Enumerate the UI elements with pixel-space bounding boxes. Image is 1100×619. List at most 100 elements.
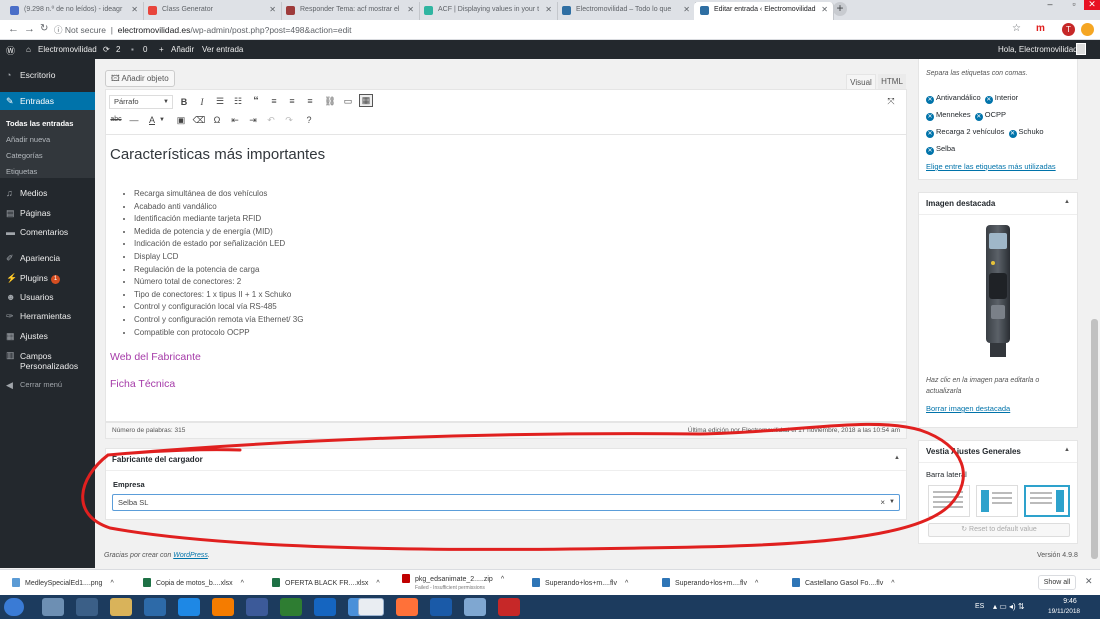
toolbar-toggle-icon[interactable]: ▦ — [359, 94, 373, 107]
avatar[interactable]: T — [1062, 23, 1075, 36]
chevron-up-icon[interactable]: ^ — [376, 580, 379, 587]
chevron-up-icon[interactable]: ^ — [110, 580, 113, 587]
clear-icon[interactable]: × — [880, 495, 885, 510]
view-post-link[interactable]: Ver entrada — [202, 45, 243, 54]
remove-tag-icon[interactable]: ✕ — [926, 96, 934, 104]
avatar[interactable] — [1076, 43, 1086, 55]
bullet-list-icon[interactable]: ☰ — [213, 96, 227, 107]
show-all-button[interactable]: Show all — [1038, 575, 1076, 590]
page-scrollbar[interactable] — [1089, 59, 1100, 568]
url-field[interactable]: ⓘ Not secure | electromovilidad.es/wp-ad… — [54, 24, 352, 36]
browser-tab[interactable]: (9.298 n.º de no leídos) - ideagr ✕ — [4, 2, 144, 20]
align-right-icon[interactable]: ≡ — [303, 96, 317, 106]
manufacturer-link[interactable]: Web del Fabricante — [110, 351, 201, 363]
new-content-link[interactable]: Añadir — [171, 45, 194, 54]
remove-tag-icon[interactable]: ✕ — [1008, 130, 1017, 138]
company-select[interactable]: Selba SL × ▼ — [112, 494, 900, 511]
submenu-tags[interactable]: Etiquetas — [6, 167, 37, 176]
datasheet-link[interactable]: Ficha Técnica — [110, 378, 175, 390]
download-item[interactable]: OFERTA BLACK FR....xlsx ^ — [272, 578, 380, 587]
submenu-add-new[interactable]: Añadir nueva — [6, 135, 50, 144]
language-indicator[interactable]: ES — [975, 603, 984, 610]
horizontal-line-icon[interactable]: — — [127, 115, 141, 125]
site-name-link[interactable]: Electromovilidad — [38, 45, 97, 54]
submenu-all-posts[interactable]: Todas las entradas — [6, 119, 73, 128]
strikethrough-icon[interactable]: abc — [109, 116, 123, 123]
window-close-button[interactable]: ✕ — [1084, 0, 1100, 10]
indent-icon[interactable]: ⇥ — [246, 115, 260, 126]
sidebar-item-tools[interactable]: ✑ Herramientas — [0, 307, 95, 325]
minimize-button[interactable]: ‒ — [1038, 0, 1062, 10]
help-icon[interactable]: ? — [302, 115, 316, 125]
sidebar-item-plugins[interactable]: ⚡ Plugins 1 — [0, 269, 95, 287]
account-greeting[interactable]: Hola, Electromovilidad — [998, 45, 1078, 54]
taskbar-app-icon[interactable] — [76, 598, 98, 616]
features-list[interactable]: Recarga simultánea de dos vehículos Acab… — [134, 188, 303, 339]
remove-tag-icon[interactable]: ✕ — [926, 113, 934, 121]
excel-icon[interactable] — [280, 598, 302, 616]
browser-tab[interactable]: ACF | Displaying values in your t ✕ — [418, 2, 558, 20]
remove-tag-icon[interactable]: ✕ — [984, 96, 993, 104]
collapse-arrow-icon[interactable]: ▲ — [1064, 199, 1070, 205]
fullscreen-icon[interactable]: ⤧ — [884, 96, 898, 107]
sidebar-item-users[interactable]: ☻ Usuarios — [0, 288, 95, 306]
scrollbar-thumb[interactable] — [1091, 319, 1098, 559]
close-icon[interactable]: ✕ — [683, 2, 690, 18]
download-item[interactable]: Superando+los+m....flv ^ — [662, 578, 758, 587]
bold-icon[interactable]: B — [177, 97, 191, 107]
reset-default-button[interactable]: ↻ Reset to default value — [928, 523, 1070, 537]
layout-option-sidebar-left[interactable] — [976, 485, 1018, 517]
folder-icon[interactable] — [110, 598, 132, 616]
taskbar-app-icon[interactable] — [314, 598, 336, 616]
sidebar-item-appearance[interactable]: ✐ Apariencia — [0, 249, 95, 267]
download-item[interactable]: Copia de motos_b....xlsx ^ — [143, 578, 244, 587]
chevron-up-icon[interactable]: ^ — [501, 576, 504, 583]
sidebar-item-media[interactable]: ♫ Medios — [0, 184, 95, 202]
sidebar-item-custom-fields[interactable]: ▥ Campos Personalizados — [0, 348, 95, 374]
close-icon[interactable]: ✕ — [1085, 576, 1093, 587]
taskbar-app-icon[interactable] — [144, 598, 166, 616]
close-icon[interactable]: ✕ — [407, 2, 414, 18]
layout-option-left[interactable] — [928, 485, 970, 517]
word-icon[interactable] — [430, 598, 452, 616]
star-icon[interactable]: ☆ — [1012, 23, 1021, 34]
forward-icon[interactable]: → — [24, 23, 35, 35]
taskbar-app-icon[interactable] — [246, 598, 268, 616]
close-icon[interactable]: ✕ — [545, 2, 552, 18]
sidebar-item-comments[interactable]: ▬ Comentarios — [0, 223, 95, 241]
taskbar-app-icon[interactable] — [42, 598, 64, 616]
wordpress-link[interactable]: WordPress — [173, 552, 208, 559]
chevron-up-icon[interactable]: ^ — [241, 580, 244, 587]
sidebar-item-dashboard[interactable]: ◔ Escritorio — [0, 66, 95, 84]
chevron-down-icon[interactable]: ▼ — [158, 117, 166, 123]
remove-tag-icon[interactable]: ✕ — [974, 113, 983, 121]
ie-icon[interactable] — [178, 598, 200, 616]
submenu-categories[interactable]: Categorías — [6, 151, 43, 160]
align-left-icon[interactable]: ≡ — [267, 96, 281, 106]
chevron-down-icon[interactable]: ▼ — [889, 495, 895, 510]
extension-icon[interactable]: m — [1036, 23, 1045, 34]
reload-icon[interactable]: ↻ — [40, 23, 48, 34]
firefox-icon[interactable] — [396, 598, 418, 616]
content-heading[interactable]: Características más importantes — [110, 146, 325, 163]
add-media-button[interactable]: 🖾 Añadir objeto — [105, 70, 175, 87]
italic-icon[interactable]: I — [195, 97, 209, 107]
undo-icon[interactable]: ↶ — [264, 115, 278, 126]
chevron-up-icon[interactable]: ^ — [891, 580, 894, 587]
sidebar-collapse[interactable]: ◀ Cerrar menú — [0, 376, 95, 394]
sidebar-item-posts[interactable]: ✎ Entradas — [0, 92, 95, 110]
numbered-list-icon[interactable]: ☷ — [231, 96, 245, 107]
remove-tag-icon[interactable]: ✕ — [926, 130, 934, 138]
text-color-icon[interactable]: A — [145, 115, 159, 125]
browser-tab[interactable]: Responder Tema: acf mostrar el ✕ — [280, 2, 420, 20]
sidebar-item-pages[interactable]: ▤ Páginas — [0, 204, 95, 222]
redo-icon[interactable]: ↷ — [282, 115, 296, 126]
vlc-icon[interactable] — [212, 598, 234, 616]
download-item[interactable]: Castellano Gasol Fo....flv ^ — [792, 578, 895, 587]
back-icon[interactable]: ← — [8, 23, 19, 35]
align-center-icon[interactable]: ≡ — [285, 96, 299, 106]
sidebar-item-settings[interactable]: ▦ Ajustes — [0, 327, 95, 345]
link-icon[interactable]: ⛓ — [323, 96, 337, 107]
remove-featured-image-link[interactable]: Borrar imagen destacada — [926, 404, 1010, 413]
close-icon[interactable]: ✕ — [131, 2, 138, 18]
